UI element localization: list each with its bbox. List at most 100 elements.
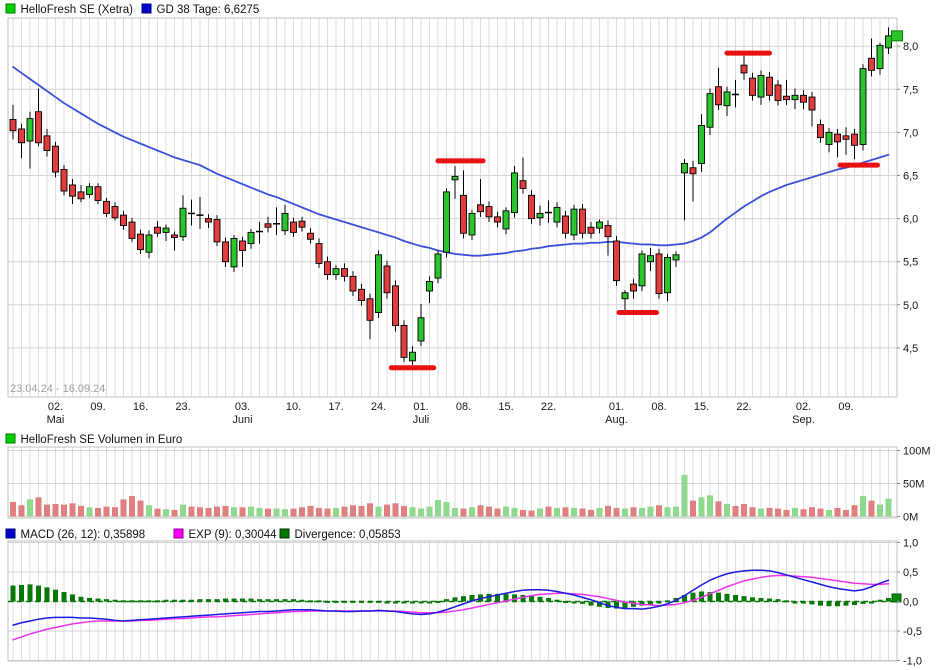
- candle-down: [223, 242, 229, 262]
- candle-down: [478, 205, 484, 212]
- candle-down: [809, 97, 815, 110]
- volume-bar-up: [427, 507, 433, 517]
- price-panel: 8,07,57,06,56,05,55,04,5: [8, 18, 918, 397]
- volume-bar-down: [818, 509, 824, 517]
- candle-down: [70, 185, 76, 196]
- divergence-bar: [733, 595, 738, 601]
- exp-swatch: [174, 529, 183, 538]
- volume-bar-up: [146, 505, 152, 516]
- volume-bar-down: [784, 510, 790, 517]
- candle-up: [87, 187, 93, 195]
- candle-down: [95, 187, 101, 201]
- volume-bar-down: [656, 505, 662, 516]
- divergence-bar: [861, 602, 866, 604]
- x-axis-month-label: Aug.: [605, 414, 628, 426]
- divergence-last-value-marker: [892, 594, 901, 602]
- x-axis-day-label: 01.: [413, 401, 428, 413]
- divergence-bar: [172, 600, 177, 602]
- candle-up: [665, 257, 671, 292]
- volume-bar-up: [886, 499, 892, 517]
- volume-bar-down: [359, 506, 365, 517]
- volume-bar-up: [537, 509, 543, 517]
- divergence-bar: [393, 602, 398, 604]
- volume-bar-up: [180, 505, 186, 517]
- divergence-bar: [215, 599, 220, 601]
- divergence-bar: [436, 601, 441, 603]
- divergence-bar: [572, 602, 577, 604]
- candle-down: [818, 125, 824, 138]
- divergence-bar: [308, 600, 313, 602]
- divergence-bar: [385, 602, 390, 604]
- y-axis-label: 6,0: [903, 214, 918, 226]
- divergence-bar: [79, 597, 84, 602]
- divergence-bar: [155, 600, 160, 602]
- volume-bar-down: [605, 506, 611, 517]
- volume-bar-down: [53, 504, 59, 517]
- divergence-bar: [53, 590, 58, 602]
- candle-up: [886, 36, 892, 48]
- candle-down: [53, 146, 59, 172]
- divergence-bar: [589, 602, 594, 606]
- candle-down: [784, 96, 790, 99]
- candle-down: [741, 65, 747, 73]
- candle-down: [461, 195, 467, 233]
- candle-up: [554, 207, 560, 222]
- volume-bar-down: [520, 510, 526, 517]
- divergence-bar: [648, 602, 653, 605]
- volume-bar-up: [248, 507, 254, 517]
- candle-down: [214, 219, 220, 241]
- volume-bar-up: [512, 508, 518, 517]
- divergence-bar: [810, 602, 815, 605]
- x-axis-day-label: 22.: [736, 401, 751, 413]
- volume-panel: 100M50M0M: [8, 446, 931, 524]
- y-axis-label: 1,0: [903, 538, 918, 550]
- divergence-bar: [555, 600, 560, 602]
- y-axis-label: 0M: [903, 512, 918, 524]
- candle-up: [707, 94, 713, 128]
- y-axis-label: 6,5: [903, 171, 918, 183]
- candle-down: [316, 244, 322, 264]
- divergence-bar: [402, 602, 407, 604]
- candle-up: [512, 173, 518, 213]
- date-range-label: 23.04.24 - 16.09.24: [10, 383, 105, 395]
- volume-series-label: HelloFresh SE Volumen in Euro: [21, 434, 183, 446]
- volume-bar-up: [282, 509, 288, 516]
- candle-down: [350, 276, 356, 291]
- y-axis-label: 8,0: [903, 41, 918, 53]
- divergence-bar: [776, 599, 781, 601]
- candle-up: [826, 132, 832, 144]
- y-axis-label: 0,5: [903, 567, 918, 579]
- candle-up: [180, 208, 186, 236]
- candle-down: [206, 219, 212, 222]
- x-axis-day-label: 10.: [286, 401, 301, 413]
- divergence-bar: [223, 599, 228, 602]
- candle-down: [129, 222, 135, 238]
- y-axis-label: 0,0: [903, 597, 918, 609]
- panel-border: [8, 18, 897, 397]
- volume-bar-down: [631, 507, 637, 516]
- volume-bar-up: [27, 499, 33, 516]
- volume-bar-up: [274, 509, 280, 517]
- volume-bar-up: [648, 507, 654, 517]
- divergence-bar: [444, 599, 449, 601]
- volume-bar-down: [10, 502, 16, 517]
- volume-bar-down: [733, 506, 739, 517]
- candle-up: [673, 255, 679, 260]
- volume-bar-down: [223, 506, 229, 517]
- volume-bar-down: [580, 509, 586, 517]
- divergence-bar: [427, 602, 432, 604]
- divergence-bar: [70, 594, 75, 601]
- divergence-bar: [657, 602, 662, 604]
- volume-bar-up: [452, 508, 458, 517]
- candle-up: [231, 238, 237, 266]
- volume-bar-down: [869, 501, 875, 517]
- volume-bar-up: [639, 508, 645, 517]
- volume-bar-down: [367, 503, 373, 516]
- candle-down: [656, 254, 662, 294]
- candle-up: [469, 213, 475, 235]
- volume-bar-down: [835, 508, 841, 517]
- volume-bar-down: [265, 509, 271, 517]
- divergence-bar: [189, 600, 194, 602]
- divergence-bar: [164, 600, 169, 602]
- x-axis-day-label: 17.: [328, 401, 343, 413]
